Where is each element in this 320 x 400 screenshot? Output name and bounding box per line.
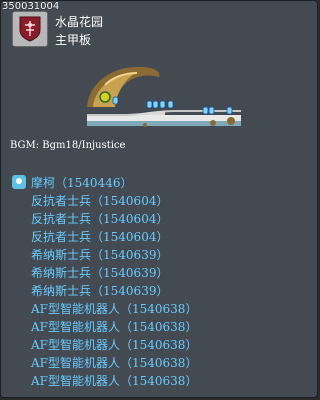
npc-name: 摩柯 <box>31 175 56 190</box>
bgm-label: BGM: Bgm18/Injustice <box>10 140 126 151</box>
list-item[interactable]: 摩柯 （1540446） <box>12 173 197 191</box>
mob-id: （1540604） <box>91 229 169 244</box>
npc-list: 摩柯 （1540446） 反抗者士兵 （1540604） 反抗者士兵 （1540604… <box>12 173 197 389</box>
mob-id: （1540604） <box>91 211 169 226</box>
map-icon-frame <box>12 11 48 47</box>
mob-id: （1540639） <box>91 265 169 280</box>
mob-id: （1540604） <box>91 193 169 208</box>
minimap-preview[interactable] <box>85 63 243 135</box>
map-name: 水晶花园 <box>55 15 104 29</box>
map-street-name: 主甲板 <box>55 33 92 47</box>
list-item[interactable]: AF型智能机器人 （1540638） <box>12 317 197 335</box>
mob-name: 希纳斯士兵 <box>31 283 92 298</box>
mob-name: 希纳斯士兵 <box>31 265 92 280</box>
mob-id: （1540638） <box>120 319 198 334</box>
mob-id: （1540638） <box>120 373 198 388</box>
mob-name: 反抗者士兵 <box>31 193 92 208</box>
list-item[interactable]: 希纳斯士兵 （1540639） <box>12 245 197 263</box>
list-item[interactable]: 希纳斯士兵 （1540639） <box>12 263 197 281</box>
mob-name: AF型智能机器人 <box>31 319 120 334</box>
mob-id: （1540638） <box>120 301 198 316</box>
guild-shield-icon <box>19 16 41 42</box>
mob-name: AF型智能机器人 <box>31 301 120 316</box>
mob-id: （1540639） <box>91 283 169 298</box>
list-item[interactable]: AF型智能机器人 （1540638） <box>12 371 197 389</box>
mob-name: 希纳斯士兵 <box>31 247 92 262</box>
list-item[interactable]: 希纳斯士兵 （1540639） <box>12 281 197 299</box>
list-item[interactable]: 反抗者士兵 （1540604） <box>12 191 197 209</box>
map-info-panel: 350031004 水晶花园 主甲板 BGM: Bgm18/Injustice … <box>0 0 318 398</box>
list-item[interactable]: AF型智能机器人 （1540638） <box>12 353 197 371</box>
list-item[interactable]: 反抗者士兵 （1540604） <box>12 209 197 227</box>
mob-id: （1540638） <box>120 355 198 370</box>
mob-name: 反抗者士兵 <box>31 229 92 244</box>
mob-name: AF型智能机器人 <box>31 373 120 388</box>
npc-icon <box>12 175 26 189</box>
mob-name: AF型智能机器人 <box>31 337 120 352</box>
mob-id: （1540639） <box>91 247 169 262</box>
npc-id: （1540446） <box>55 175 133 190</box>
mob-id: （1540638） <box>120 337 198 352</box>
list-item[interactable]: AF型智能机器人 （1540638） <box>12 299 197 317</box>
list-item[interactable]: 反抗者士兵 （1540604） <box>12 227 197 245</box>
mob-name: 反抗者士兵 <box>31 211 92 226</box>
mob-name: AF型智能机器人 <box>31 355 120 370</box>
list-item[interactable]: AF型智能机器人 （1540638） <box>12 335 197 353</box>
